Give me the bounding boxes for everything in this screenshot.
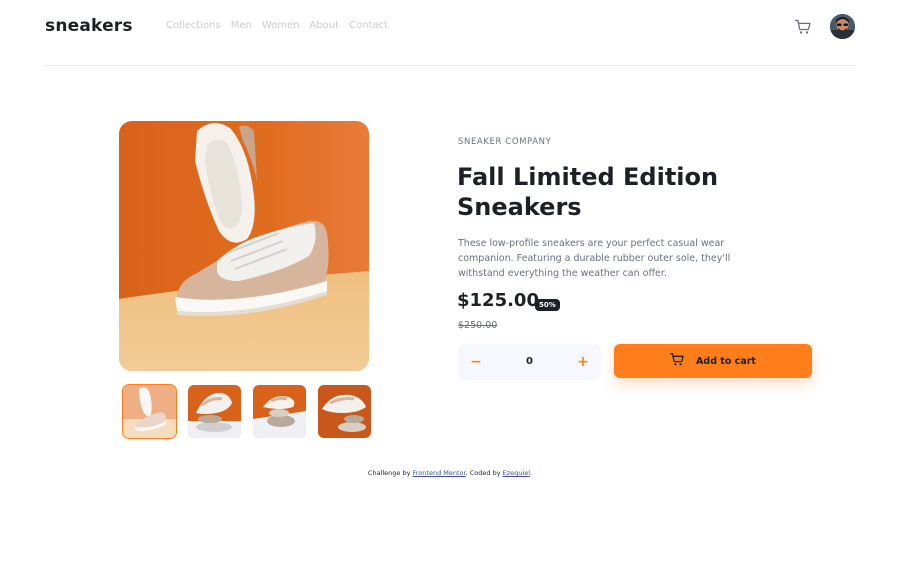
thumbnail-strip (122, 384, 371, 439)
nav-women[interactable]: Women (262, 20, 300, 31)
thumbnail-2[interactable] (188, 385, 241, 438)
nav-men[interactable]: Men (231, 20, 252, 31)
original-price: $250.00 (458, 320, 498, 331)
frontend-mentor-link[interactable]: Frontend Mentor (413, 469, 466, 477)
thumbnail-1[interactable] (122, 384, 177, 439)
cart-icon[interactable] (795, 19, 811, 35)
site-header: sneakers Collections Men Women About Con… (45, 0, 856, 66)
decrease-quantity-button[interactable]: − (458, 344, 494, 380)
avatar[interactable] (830, 14, 855, 39)
product-description: These low-profile sneakers are your perf… (458, 238, 731, 279)
author-link[interactable]: Ezequiel (503, 469, 530, 477)
add-to-cart-content: Add to cart (614, 344, 812, 378)
attribution-middle: . Coded by (465, 469, 503, 477)
add-to-cart-button[interactable]: Add to cart (614, 344, 812, 378)
current-price: $125.00 (457, 290, 539, 311)
quantity-value: 0 (526, 356, 533, 367)
nav-collections[interactable]: Collections (166, 20, 221, 31)
nav-about[interactable]: About (309, 20, 339, 31)
company-name: SNEAKER COMPANY (458, 137, 552, 147)
logo[interactable]: sneakers (45, 16, 133, 36)
quantity-stepper: − 0 + (458, 344, 601, 380)
attribution-prefix: Challenge by (367, 469, 413, 477)
product-main-image[interactable] (119, 121, 369, 371)
increase-quantity-button[interactable]: + (565, 344, 601, 380)
product-title: Fall Limited Edition Sneakers (457, 163, 719, 221)
attribution-suffix: . (530, 469, 533, 477)
add-to-cart-label: Add to cart (696, 355, 756, 367)
nav-contact[interactable]: Contact (349, 20, 388, 31)
cart-icon (670, 353, 684, 369)
discount-badge: 50% (535, 299, 560, 311)
thumbnail-4[interactable] (318, 385, 371, 438)
attribution: Challenge by Frontend Mentor. Coded by E… (0, 469, 900, 477)
thumbnail-3[interactable] (253, 385, 306, 438)
main-nav: Collections Men Women About Contact (166, 20, 388, 31)
